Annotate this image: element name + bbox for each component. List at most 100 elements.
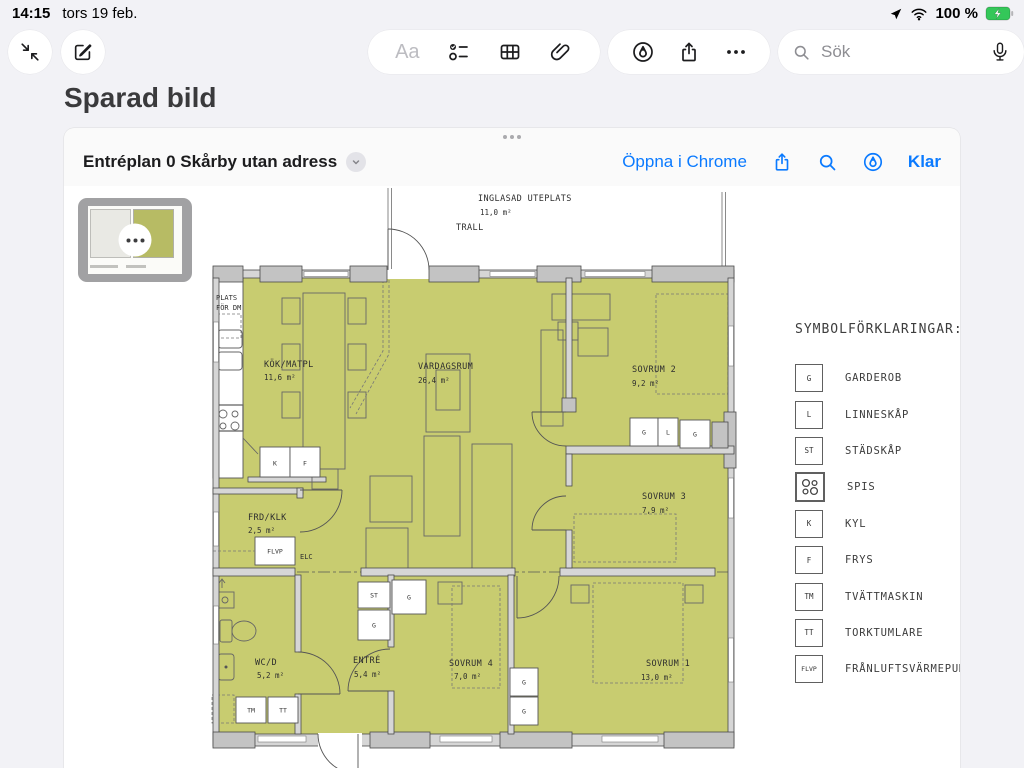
legend-row: SPIS <box>795 469 960 505</box>
search-icon <box>792 43 811 62</box>
date: tors 19 feb. <box>62 5 137 22</box>
spis-icon <box>795 472 825 502</box>
stadskap-symbol: ST <box>795 437 823 465</box>
collapse-button[interactable] <box>8 30 52 74</box>
room-label: ENTRÉ <box>353 654 381 666</box>
legend-label: FRYS <box>845 554 874 566</box>
thumbnail-more-button[interactable] <box>119 224 152 257</box>
garderob-marker: G <box>407 594 411 602</box>
room-area: 5,4 m² <box>354 670 381 679</box>
clock: 14:15 <box>12 5 50 22</box>
legend-label: LINNESKÅP <box>845 409 909 421</box>
viewer-header: Entréplan 0 Skårby utan adress Öppna i C… <box>64 144 960 180</box>
annotation: PLATS <box>216 294 237 302</box>
image-viewer-panel: Entréplan 0 Skårby utan adress Öppna i C… <box>64 128 960 768</box>
share-button[interactable] <box>677 40 701 64</box>
room-area: 26,4 m² <box>418 376 450 385</box>
room-area: 11,0 m² <box>480 208 512 217</box>
more-button[interactable] <box>724 40 748 64</box>
room-label: SOVRUM 3 <box>642 492 686 502</box>
linneskap-symbol: L <box>795 401 823 429</box>
linneskap-marker: L <box>666 429 670 437</box>
tvattmaskin-symbol: TM <box>795 583 823 611</box>
room-area: 11,6 m² <box>264 373 296 382</box>
tvattmaskin-marker: TM <box>247 707 255 715</box>
room-label: INGLASAD UTEPLATS <box>478 194 572 204</box>
legend-row: G GARDEROB <box>795 360 960 396</box>
legend-row: F FRYS <box>795 542 960 578</box>
dictation-mic-icon[interactable] <box>990 41 1010 63</box>
text-style-button[interactable]: Aa <box>395 41 419 64</box>
floorplan-image: K F G L G FLVP ST G G TM TT G G INGLASAD… <box>64 186 960 768</box>
room-label: SOVRUM 4 <box>449 659 493 669</box>
room-label: WC/D <box>255 658 277 668</box>
room-label: FRD/KLK <box>248 513 287 523</box>
room-area: 7,0 m² <box>454 672 481 681</box>
markup-button[interactable] <box>631 40 655 64</box>
floorplan-thumbnail[interactable] <box>78 198 192 282</box>
format-toolbar: Aa <box>368 30 600 74</box>
legend-row: L LINNESKÅP <box>795 396 960 432</box>
page-title: Sparad bild <box>64 82 216 114</box>
table-button[interactable] <box>498 40 522 64</box>
legend-row: FLVP FRÅNLUFTSVÄRMEPUMP <box>795 651 960 687</box>
room-label: SOVRUM 2 <box>632 365 676 375</box>
stadskap-marker: ST <box>370 592 378 600</box>
legend-label: GARDEROB <box>845 372 902 384</box>
room-area: 5,2 m² <box>257 671 284 680</box>
file-title-menu-button[interactable] <box>346 152 366 172</box>
legend-row: K KYL <box>795 506 960 542</box>
markup-button-viewer[interactable] <box>862 151 884 173</box>
legend-label: KYL <box>845 518 866 530</box>
legend-label: TORKTUMLARE <box>845 627 923 639</box>
wifi-icon <box>910 7 928 21</box>
search-input[interactable] <box>819 41 982 63</box>
garderob-marker: G <box>693 431 697 439</box>
garderob-symbol: G <box>795 364 823 392</box>
garderob-marker: G <box>522 679 526 687</box>
drag-handle[interactable] <box>503 135 521 139</box>
status-bar: 14:15 tors 19 feb. 100 % <box>0 0 1024 28</box>
done-button[interactable]: Klar <box>908 152 941 172</box>
open-in-chrome-button[interactable]: Öppna i Chrome <box>622 152 747 172</box>
battery-charging-icon <box>985 6 1014 21</box>
legend-row: TT TORKTUMLARE <box>795 615 960 651</box>
room-area: 13,0 m² <box>641 673 673 682</box>
room-label: VARDAGSRUM <box>418 362 473 372</box>
legend-label: SPIS <box>847 481 876 493</box>
room-area: 9,2 m² <box>632 379 659 388</box>
search-bar <box>778 30 1024 74</box>
flvp-marker: FLVP <box>267 548 283 556</box>
legend-row: TM TVÄTTMASKIN <box>795 578 960 614</box>
frys-marker: F <box>303 460 307 468</box>
legend-row: ST STÄDSKÅP <box>795 433 960 469</box>
garderob-marker: G <box>522 708 526 716</box>
attachment-button[interactable] <box>549 40 573 64</box>
legend-label: FRÅNLUFTSVÄRMEPUMP <box>845 663 960 675</box>
annotation: ELC <box>300 553 313 561</box>
room-label: SOVRUM 1 <box>646 659 690 669</box>
compose-button[interactable] <box>61 30 105 74</box>
search-in-image-button[interactable] <box>817 152 838 173</box>
garderob-marker: G <box>372 622 376 630</box>
chevron-down-icon <box>350 156 362 168</box>
location-icon <box>889 7 903 21</box>
collapse-arrows-icon <box>19 41 41 63</box>
flvp-symbol: FLVP <box>795 655 823 683</box>
legend-title: SYMBOLFÖRKLARINGAR: <box>795 322 960 337</box>
kyl-symbol: K <box>795 510 823 538</box>
kyl-marker: K <box>273 460 277 468</box>
room-label: TRALL <box>456 223 484 233</box>
file-title: Entréplan 0 Skårby utan adress <box>83 152 337 172</box>
legend-label: STÄDSKÅP <box>845 445 902 457</box>
annotation: FÖR DM <box>216 303 241 312</box>
actions-toolbar <box>608 30 770 74</box>
checklist-button[interactable] <box>447 40 471 64</box>
frys-symbol: F <box>795 546 823 574</box>
share-button-viewer[interactable] <box>771 151 793 173</box>
garderob-marker: G <box>642 429 646 437</box>
compose-icon <box>72 41 94 63</box>
toolbar: Aa <box>8 30 1016 74</box>
torktumlare-marker: TT <box>279 707 287 715</box>
room-area: 2,5 m² <box>248 526 275 535</box>
